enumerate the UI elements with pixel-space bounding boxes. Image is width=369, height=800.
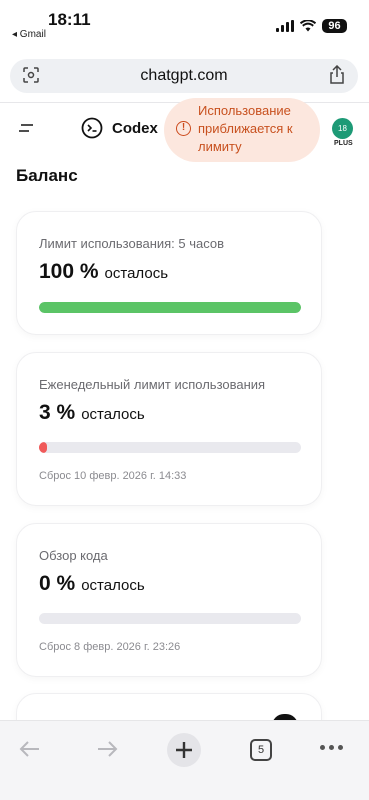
usage-card-weekly: Еженедельный лимит использования 3 % ост…: [16, 352, 322, 506]
wifi-icon: [300, 20, 316, 32]
usage-card-5h: Лимит использования: 5 часов 100 % остал…: [16, 211, 322, 335]
usage-card-code-review: Обзор кода 0 % осталось Сброс 8 февр. 20…: [16, 523, 322, 677]
signal-icon: [276, 20, 294, 32]
url-text: chatgpt.com: [140, 67, 228, 84]
card-percent: 3 %: [39, 401, 76, 424]
brand-name: Codex: [112, 119, 158, 137]
avatar[interactable]: 18: [332, 118, 353, 139]
page-title: Баланс: [16, 166, 78, 185]
back-icon[interactable]: [18, 737, 42, 761]
progress-track: [39, 302, 301, 313]
plan-badge: PLUS: [334, 140, 353, 147]
system-icons: 96: [276, 19, 347, 33]
card-unit: осталось: [81, 406, 145, 423]
plus-icon: [176, 742, 192, 758]
more-icon[interactable]: [320, 745, 343, 750]
browser-toolbar: 5: [0, 720, 369, 800]
card-label: Лимит использования: 5 часов: [39, 236, 225, 251]
usage-warning-pill[interactable]: ! Использование приближается к лимиту: [164, 98, 320, 162]
share-icon[interactable]: [328, 65, 346, 85]
progress-fill: [39, 442, 47, 453]
card-value: 3 % осталось: [39, 401, 145, 425]
address-bar[interactable]: chatgpt.com: [10, 59, 358, 93]
status-time: 18:11: [48, 10, 91, 29]
card-percent: 100 %: [39, 260, 99, 283]
card-value: 100 % осталось: [39, 260, 168, 284]
progress-track: [39, 442, 301, 453]
reset-time: Сброс 8 февр. 2026 г. 23:26: [39, 641, 181, 653]
progress-track: [39, 613, 301, 624]
back-to-app-link[interactable]: ◂ Gmail: [12, 29, 46, 40]
card-label: Еженедельный лимит использования: [39, 377, 266, 392]
codex-logo[interactable]: Codex: [81, 117, 158, 139]
battery-indicator: 96: [322, 19, 347, 33]
card-unit: осталось: [81, 577, 145, 594]
card-value: 0 % осталось: [39, 572, 145, 596]
forward-icon[interactable]: [95, 737, 119, 761]
tab-count-button[interactable]: 5: [250, 739, 272, 761]
card-label: Обзор кода: [39, 548, 108, 563]
warning-icon: !: [176, 121, 191, 136]
reset-time: Сброс 10 февр. 2026 г. 14:33: [39, 470, 187, 482]
menu-icon[interactable]: [17, 121, 35, 135]
status-bar: 18:11 ◂ Gmail 96: [0, 0, 369, 44]
new-tab-button[interactable]: [167, 733, 201, 767]
codex-icon: [81, 117, 103, 139]
card-unit: осталось: [104, 265, 169, 282]
usage-warning-text: Использование приближается к лимиту: [198, 103, 293, 154]
progress-fill: [39, 302, 301, 313]
card-percent: 0 %: [39, 572, 76, 595]
